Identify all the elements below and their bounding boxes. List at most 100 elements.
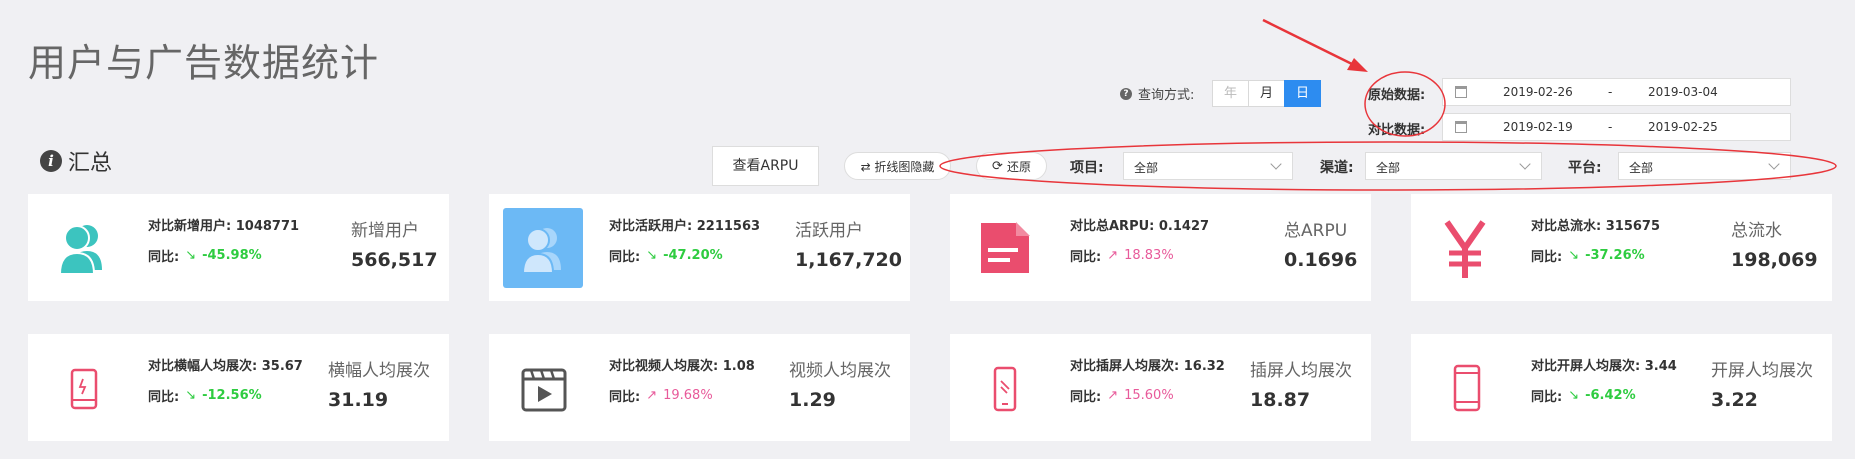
stat-card-banner-impressions: 对比横幅人均展次: 35.67 同比: ↘ -12.56% 横幅人均展次 31.… xyxy=(28,334,449,441)
metric-title: 视频人均展次 xyxy=(789,361,891,381)
channel-value: 全部 xyxy=(1376,161,1401,175)
yoy-label: 同比: xyxy=(609,390,641,405)
yoy-row: 同比: ↘ -37.26% xyxy=(1531,246,1645,265)
compare-value: 对比插屏人均展次: 16.32 xyxy=(1070,359,1225,374)
project-value: 全部 xyxy=(1134,161,1159,175)
restore-button[interactable]: ⟳ 还原 xyxy=(976,152,1047,180)
original-date-range-picker[interactable]: 2019-02-26 - 2019-03-04 xyxy=(1442,78,1791,106)
compare-date-range-picker[interactable]: 2019-02-19 - 2019-02-25 xyxy=(1442,113,1791,141)
yoy-label: 同比: xyxy=(1531,250,1563,265)
compare-data-label: 对比数据: xyxy=(1368,123,1426,138)
yoy-row: 同比: ↘ -47.20% xyxy=(609,246,723,265)
calendar-icon xyxy=(1455,121,1467,133)
platform-label: 平台: xyxy=(1568,160,1602,176)
document-icon xyxy=(979,221,1031,275)
users-icon xyxy=(58,225,102,275)
metric-block: 开屏人均展次 3.22 xyxy=(1711,356,1813,411)
info-icon: i xyxy=(40,150,62,172)
stat-card-total-arpu: 对比总ARPU: 0.1427 同比: ↗ 18.83% 总ARPU 0.169… xyxy=(950,194,1371,301)
query-mode-year[interactable]: 年 xyxy=(1212,80,1249,107)
compare-end-date: 2019-02-25 xyxy=(1648,120,1718,134)
yoy-label: 同比: xyxy=(1070,390,1102,405)
yoy-row: 同比: ↘ -6.42% xyxy=(1531,386,1636,405)
tablet-icon xyxy=(70,368,98,410)
stat-card-active-users: 对比活跃用户: 2211563 同比: ↘ -47.20% 活跃用户 1,167… xyxy=(489,194,910,301)
compare-start-date: 2019-02-19 xyxy=(1503,120,1573,134)
trend-down-icon: ↘ xyxy=(646,248,658,263)
metric-value: 566,517 xyxy=(351,249,438,271)
platform-select[interactable]: 全部 xyxy=(1618,152,1791,180)
yoy-row: 同比: ↗ 15.60% xyxy=(1070,386,1174,405)
metric-title: 横幅人均展次 xyxy=(328,361,430,381)
yoy-value: -37.26% xyxy=(1585,248,1645,263)
original-start-date: 2019-02-26 xyxy=(1503,85,1573,99)
annotation-arrow xyxy=(1262,18,1368,72)
metric-title: 总流水 xyxy=(1731,221,1782,241)
chevron-down-icon xyxy=(1270,158,1282,170)
project-select[interactable]: 全部 xyxy=(1123,152,1293,180)
yoy-value: -12.56% xyxy=(202,388,262,403)
yoy-row: 同比: ↗ 18.83% xyxy=(1070,246,1174,265)
calendar-icon xyxy=(1455,86,1467,98)
trend-down-icon: ↘ xyxy=(1568,388,1580,403)
query-mode-text: 查询方式: xyxy=(1138,88,1195,103)
chevron-down-icon xyxy=(1768,158,1780,170)
yen-icon xyxy=(1444,220,1486,278)
compare-value: 对比总流水: 315675 xyxy=(1531,219,1660,234)
yoy-value: -6.42% xyxy=(1585,388,1636,403)
original-end-date: 2019-03-04 xyxy=(1648,85,1718,99)
yoy-value: 18.83% xyxy=(1124,248,1174,263)
query-mode-month[interactable]: 月 xyxy=(1248,80,1285,107)
query-mode-day[interactable]: 日 xyxy=(1284,80,1321,107)
compare-value: 对比总ARPU: 0.1427 xyxy=(1070,219,1210,234)
video-icon xyxy=(521,368,567,412)
stat-card-interstitial-impressions: 对比插屏人均展次: 16.32 同比: ↗ 15.60% 插屏人均展次 18.8… xyxy=(950,334,1371,441)
yoy-row: 同比: ↘ -12.56% xyxy=(148,386,262,405)
yoy-label: 同比: xyxy=(1531,390,1563,405)
compare-value: 对比活跃用户: 2211563 xyxy=(609,219,761,234)
yoy-value: 19.68% xyxy=(663,388,713,403)
yoy-label: 同比: xyxy=(609,250,641,265)
trend-up-icon: ↗ xyxy=(646,388,658,403)
metric-title: 新增用户 xyxy=(351,221,419,241)
yoy-label: 同比: xyxy=(148,250,180,265)
metric-value: 18.87 xyxy=(1250,389,1311,411)
query-mode-segment: 年 月 日 xyxy=(1212,80,1321,107)
channel-select[interactable]: 全部 xyxy=(1365,152,1542,180)
trend-up-icon: ↗ xyxy=(1107,248,1119,263)
platform-value: 全部 xyxy=(1629,161,1654,175)
compare-value: 对比视频人均展次: 1.08 xyxy=(609,359,755,374)
metric-block: 总ARPU 0.1696 xyxy=(1284,216,1357,271)
metric-value: 31.19 xyxy=(328,389,389,411)
stat-card-splash-impressions: 对比开屏人均展次: 3.44 同比: ↘ -6.42% 开屏人均展次 3.22 xyxy=(1411,334,1832,441)
date-separator: - xyxy=(1608,120,1613,134)
yoy-label: 同比: xyxy=(148,390,180,405)
trend-up-icon: ↗ xyxy=(1107,388,1119,403)
yoy-value: -45.98% xyxy=(202,248,262,263)
metric-value: 3.22 xyxy=(1711,389,1758,411)
metric-title: 总ARPU xyxy=(1284,221,1348,241)
stat-card-total-revenue: 对比总流水: 315675 同比: ↘ -37.26% 总流水 198,069 xyxy=(1411,194,1832,301)
channel-label: 渠道: xyxy=(1320,160,1354,176)
metric-value: 1.29 xyxy=(789,389,836,411)
compare-value: 对比新增用户: 1048771 xyxy=(148,219,300,234)
original-data-label: 原始数据: xyxy=(1368,88,1426,103)
page-title: 用户与广告数据统计 xyxy=(28,41,380,85)
metric-block: 视频人均展次 1.29 xyxy=(789,356,891,411)
help-icon[interactable]: ? xyxy=(1120,87,1132,100)
yoy-label: 同比: xyxy=(1070,250,1102,265)
metric-block: 新增用户 566,517 xyxy=(351,216,438,271)
metric-value: 1,167,720 xyxy=(795,249,902,271)
trend-down-icon: ↘ xyxy=(1568,248,1580,263)
view-arpu-button[interactable]: 查看ARPU xyxy=(712,146,819,186)
refresh-icon: ⟳ xyxy=(992,158,1003,174)
hide-line-chart-label: ⇄ 折线图隐藏 xyxy=(860,159,935,174)
date-separator: - xyxy=(1608,85,1613,99)
metric-value: 198,069 xyxy=(1731,249,1818,271)
metric-block: 插屏人均展次 18.87 xyxy=(1250,356,1352,411)
metric-block: 活跃用户 1,167,720 xyxy=(795,216,902,271)
summary-heading: i 汇总 xyxy=(40,145,112,177)
metric-title: 开屏人均展次 xyxy=(1711,361,1813,381)
users-box-icon xyxy=(503,208,583,288)
hide-line-chart-button[interactable]: ⇄ 折线图隐藏 xyxy=(844,152,951,180)
